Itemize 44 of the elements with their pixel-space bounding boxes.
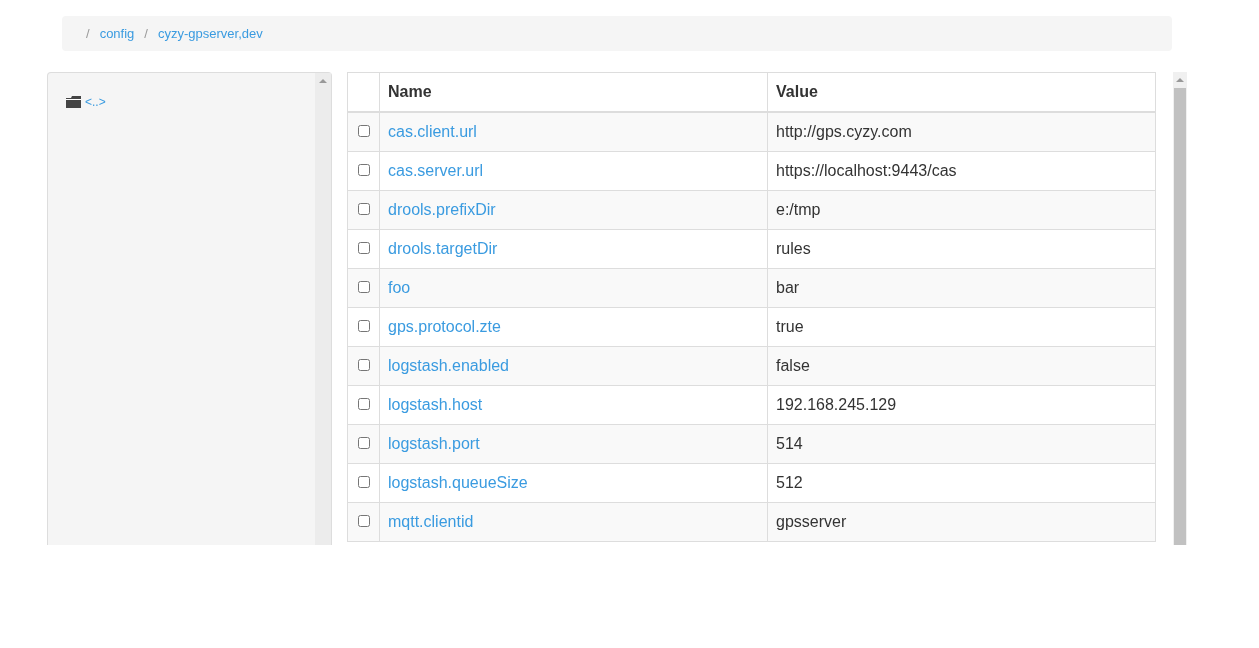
- breadcrumb-separator: /: [144, 26, 148, 41]
- property-name-link[interactable]: drools.targetDir: [388, 240, 498, 257]
- property-value: 514: [776, 435, 803, 452]
- property-value: https://localhost:9443/cas: [776, 162, 957, 179]
- property-name-link[interactable]: foo: [388, 279, 411, 296]
- property-value: false: [776, 357, 810, 374]
- parent-folder-link[interactable]: <..>: [85, 95, 106, 109]
- scroll-up-icon[interactable]: [1176, 78, 1184, 82]
- property-name-link[interactable]: cas.client.url: [388, 123, 477, 140]
- column-header: Name: [388, 83, 432, 100]
- row-checkbox[interactable]: [357, 242, 370, 254]
- column-header: Value: [776, 83, 818, 100]
- folder-icon: [66, 96, 81, 108]
- property-name-link[interactable]: mqtt.clientid: [388, 513, 474, 530]
- property-value: true: [776, 318, 804, 335]
- row-checkbox[interactable]: [357, 476, 370, 488]
- row-checkbox[interactable]: [357, 203, 370, 215]
- property-name-link[interactable]: gps.protocol.zte: [388, 318, 501, 335]
- row-checkbox[interactable]: [357, 164, 370, 176]
- row-checkbox[interactable]: [357, 320, 370, 332]
- property-value: rules: [776, 240, 811, 257]
- property-name-link[interactable]: logstash.enabled: [388, 357, 509, 374]
- property-value: bar: [776, 279, 800, 296]
- scrollbar-thumb[interactable]: [1174, 88, 1186, 545]
- breadcrumb-link[interactable]: cyzy-gpserver,dev: [157, 26, 263, 41]
- property-value: gpsserver: [776, 513, 847, 530]
- row-checkbox[interactable]: [357, 125, 370, 137]
- property-value: e:/tmp: [776, 201, 821, 218]
- property-name-link[interactable]: logstash.host: [388, 396, 483, 413]
- breadcrumb-separator: /: [86, 26, 90, 41]
- breadcrumb-link[interactable]: config: [99, 26, 135, 41]
- property-value: http://gps.cyzy.com: [776, 123, 912, 140]
- property-value: 192.168.245.129: [776, 396, 897, 413]
- scroll-up-icon[interactable]: [319, 79, 327, 83]
- row-checkbox[interactable]: [357, 359, 370, 371]
- row-checkbox[interactable]: [357, 437, 370, 449]
- property-name-link[interactable]: cas.server.url: [388, 162, 484, 179]
- row-checkbox[interactable]: [357, 515, 370, 527]
- property-name-link[interactable]: drools.prefixDir: [388, 201, 496, 218]
- property-name-link[interactable]: logstash.queueSize: [388, 474, 528, 491]
- row-checkbox[interactable]: [357, 281, 370, 293]
- row-checkbox[interactable]: [357, 398, 370, 410]
- property-name-link[interactable]: logstash.port: [388, 435, 480, 452]
- property-value: 512: [776, 474, 803, 491]
